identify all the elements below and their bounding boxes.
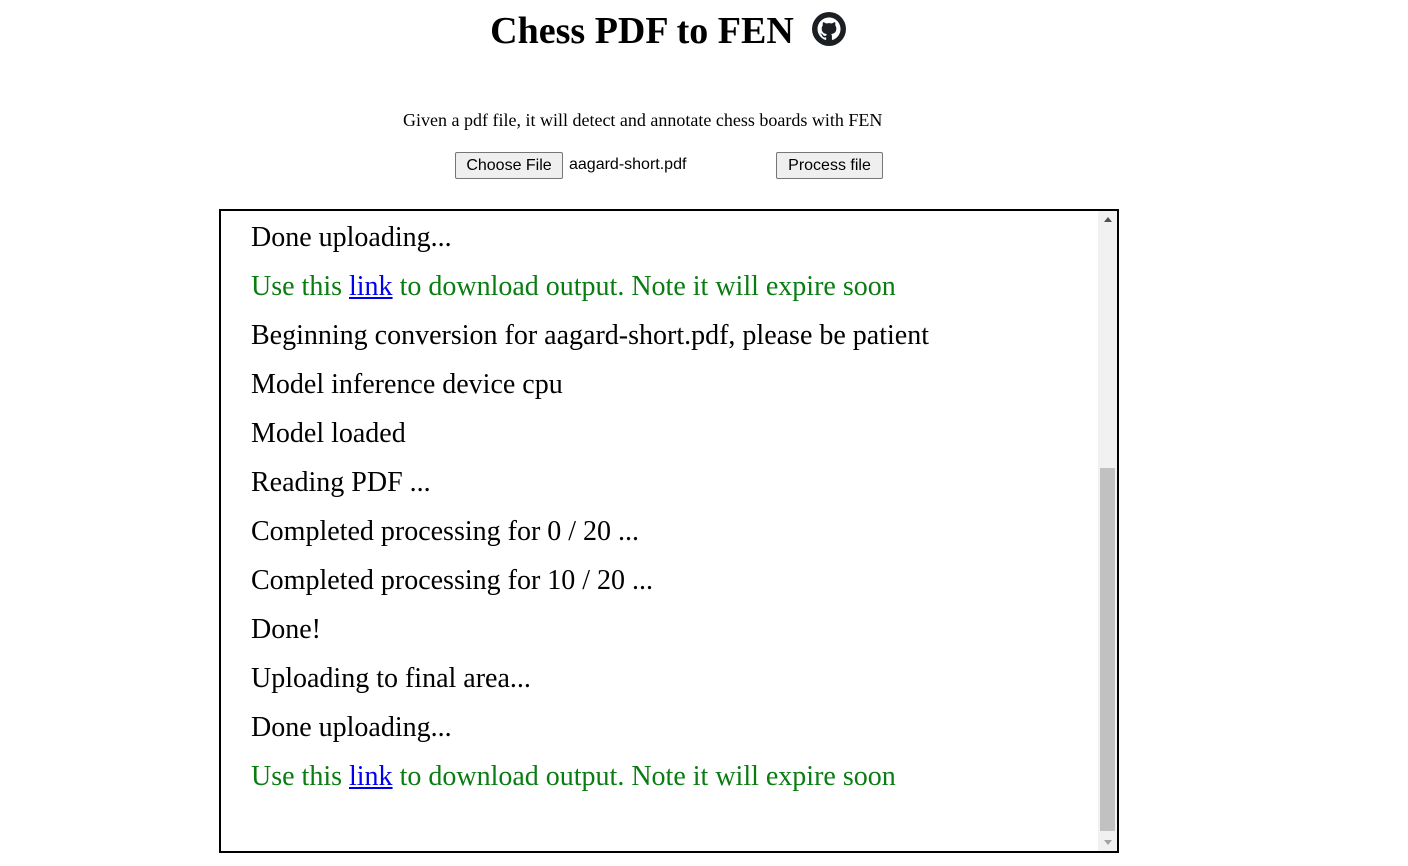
log-line: Model loaded [251, 418, 406, 449]
log-line: Done! [251, 614, 321, 645]
log-line: Completed processing for 10 / 20 ... [251, 565, 654, 596]
log-line-text: Use this [251, 761, 349, 792]
log-line-text: to download output. Note it will expire … [392, 271, 896, 302]
log-line-download: Use this link to download output. Note i… [251, 752, 1091, 801]
log-line: Done uploading... [251, 222, 452, 253]
selected-file-name: aagard-short.pdf [569, 156, 687, 173]
log-line: Reading PDF ... [251, 467, 431, 498]
scroll-up-arrow-icon[interactable] [1098, 211, 1117, 228]
scroll-down-arrow-icon[interactable] [1098, 834, 1117, 851]
log-line-download: Use this link to download output. Note i… [251, 262, 1091, 311]
header: Chess PDF to FEN [0, 8, 1336, 56]
log-line: Model inference device cpu [251, 369, 563, 400]
page: Chess PDF to FEN Given a pdf file, it wi… [0, 0, 1408, 866]
download-link[interactable]: link [349, 271, 393, 302]
log-line-text: Use this [251, 271, 349, 302]
log-list: Uploading to final area... Done uploading… [251, 211, 1091, 801]
log-scrollbar[interactable] [1098, 211, 1117, 851]
download-link[interactable]: link [349, 761, 393, 792]
log-line: Uploading to final area... [251, 663, 531, 694]
page-title: Chess PDF to FEN [490, 10, 794, 52]
log-line: Completed processing for 0 / 20 ... [251, 516, 640, 547]
process-file-button[interactable]: Process file [776, 152, 883, 179]
log-output-panel[interactable]: Uploading to final area... Done uploading… [219, 209, 1119, 853]
log-line: Done uploading... [251, 712, 452, 743]
log-line: Beginning conversion for aagard-short.pd… [251, 320, 930, 351]
github-icon[interactable] [811, 12, 846, 46]
log-line-text: to download output. Note it will expire … [392, 761, 896, 792]
choose-file-button[interactable]: Choose File [455, 152, 563, 179]
description-text: Given a pdf file, it will detect and ann… [403, 110, 883, 130]
scroll-thumb[interactable] [1100, 468, 1115, 831]
